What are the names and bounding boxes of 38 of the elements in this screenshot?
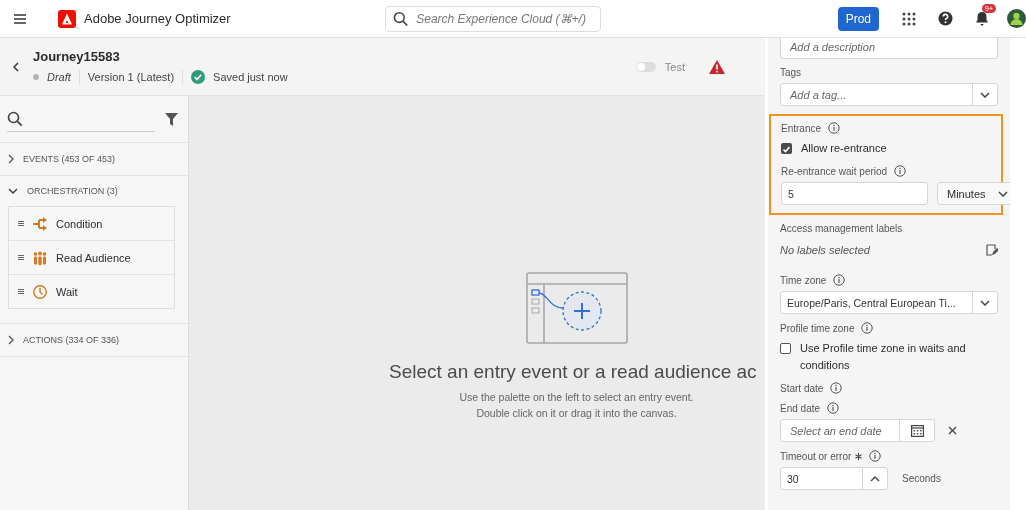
checkbox-label: Use Profile time zone in waits and conditions bbox=[800, 341, 967, 373]
description-field[interactable]: Add a description bbox=[781, 38, 997, 58]
date-picker[interactable]: Select an end date bbox=[780, 419, 935, 442]
unit-dropdown[interactable]: Minutes bbox=[937, 182, 1010, 205]
combo-box[interactable]: Add a tag... bbox=[780, 83, 998, 106]
dropdown[interactable]: Europe/Paris, Central European Ti... bbox=[780, 291, 998, 314]
field-label: Profile time zone bbox=[780, 322, 855, 334]
journey-name: Journey15583 bbox=[33, 49, 121, 64]
canvas-headline: Select an entry event or a read audience ac bbox=[389, 361, 757, 383]
checkbox-label: Allow re-entrance bbox=[801, 141, 887, 156]
test-label: Test bbox=[664, 60, 685, 73]
canvas-hint: Use the palette on the left to select an entry event. bbox=[459, 390, 694, 405]
field-label: Re-entrance wait period bbox=[781, 165, 888, 177]
number-field[interactable]: 30 bbox=[781, 468, 862, 489]
field-label: Time zone bbox=[780, 274, 827, 286]
unit-label: Seconds bbox=[902, 473, 941, 484]
canvas-hint: Double click on it or drag it into the canvas. bbox=[475, 406, 678, 421]
environment-button[interactable]: Prod bbox=[837, 6, 879, 31]
tag-field[interactable]: Add a tag... bbox=[781, 84, 972, 105]
field-label: Timeout or error bbox=[780, 450, 852, 462]
journey-version: Version 1 (Latest) bbox=[87, 71, 175, 83]
app-name: Adobe Journey Optimizer bbox=[84, 11, 231, 26]
labels-value: No labels selected bbox=[780, 244, 870, 256]
number-field[interactable]: 5 bbox=[782, 183, 927, 204]
search-field[interactable]: Search Experience Cloud (⌘+/) bbox=[384, 5, 601, 32]
date-field[interactable]: Select an end date bbox=[781, 420, 899, 441]
field-label: End date bbox=[780, 402, 821, 414]
field-label: Access management labels bbox=[780, 223, 903, 234]
field-label: Tags bbox=[780, 67, 802, 78]
number-stepper[interactable]: 30 bbox=[780, 467, 888, 490]
section-header[interactable]: ACTIONS (334 OF 336) bbox=[0, 324, 188, 356]
field-label: Start date bbox=[780, 382, 824, 394]
journey-status: Draft bbox=[47, 71, 71, 83]
field-label: Entrance bbox=[781, 122, 822, 134]
section-header[interactable]: EVENTS (453 OF 453) bbox=[0, 143, 188, 175]
dropdown-field[interactable]: Europe/Paris, Central European Ti... bbox=[781, 292, 972, 313]
section-header[interactable]: ORCHESTRATION (3) bbox=[0, 176, 188, 206]
save-status: Saved just now bbox=[213, 71, 288, 83]
